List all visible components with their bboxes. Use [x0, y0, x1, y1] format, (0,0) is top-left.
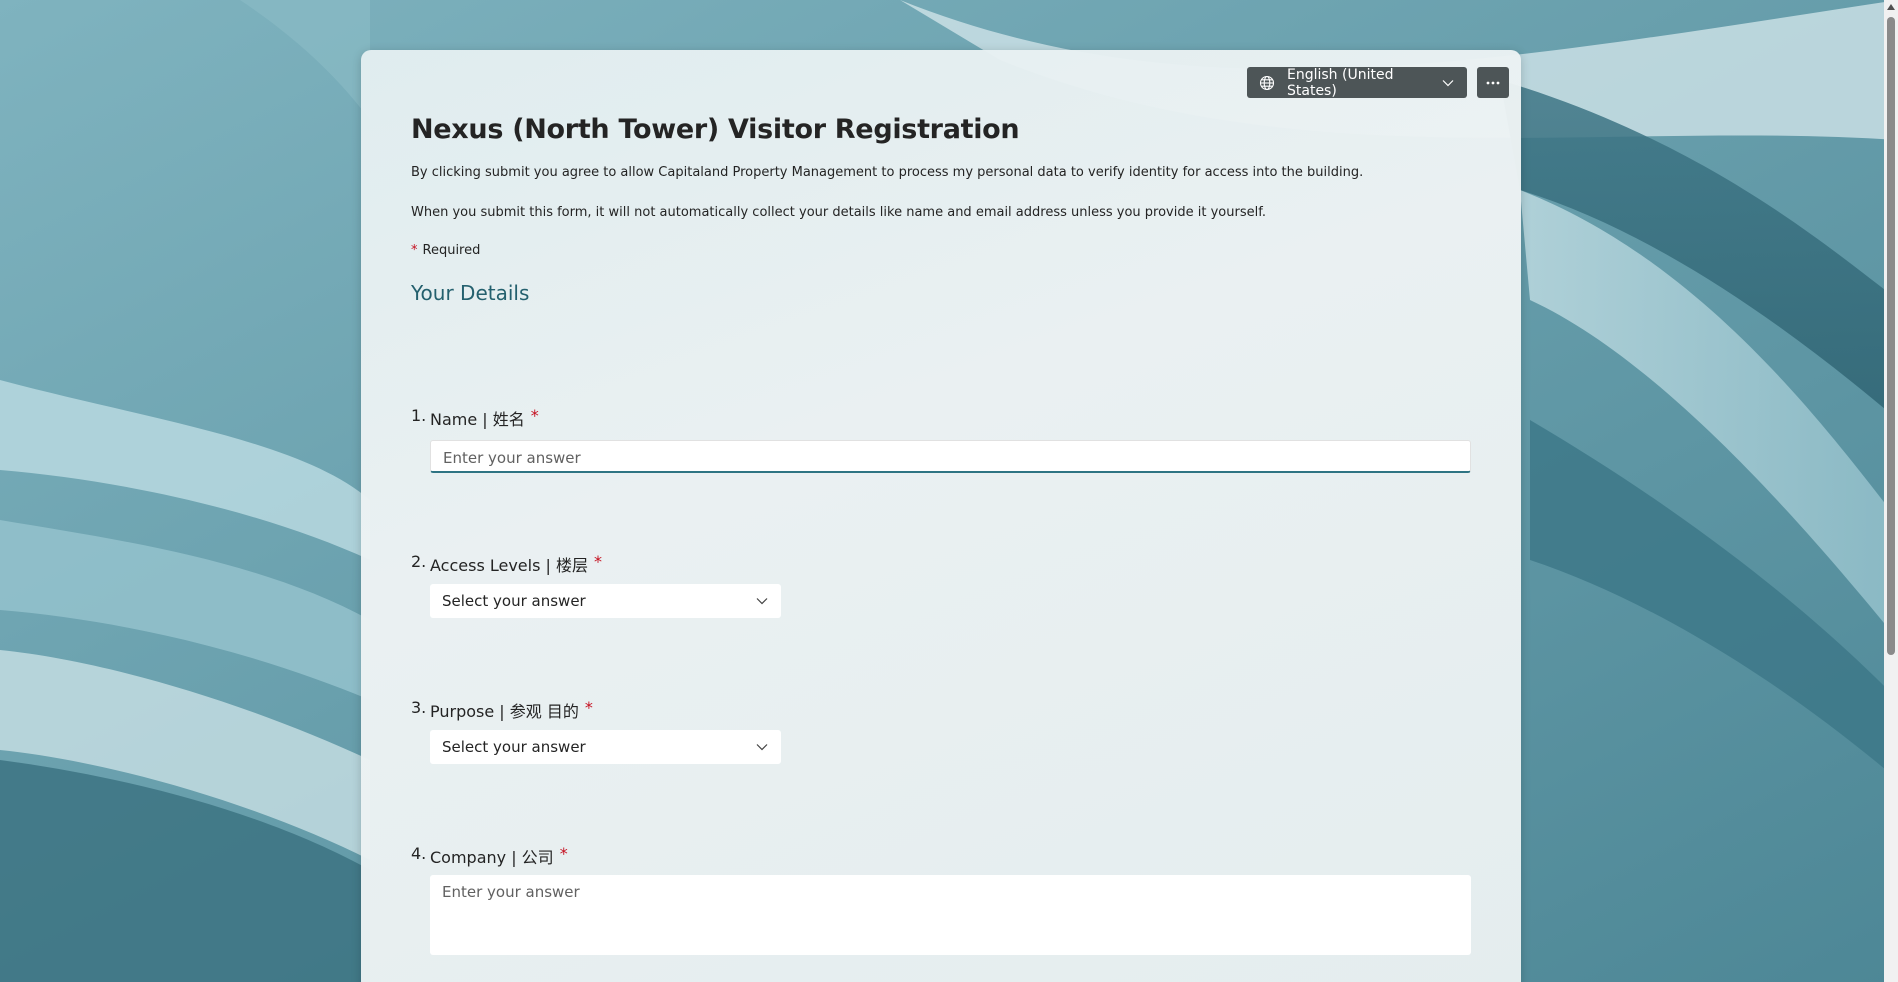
required-star: * — [584, 698, 593, 717]
select-placeholder: Select your answer — [442, 738, 586, 756]
language-selector-button[interactable]: English (United States) — [1247, 66, 1467, 99]
question-name: 1. Name | 姓名 * Enter your answer — [411, 406, 1471, 473]
question-number: 2. — [411, 552, 427, 571]
more-options-icon — [1486, 81, 1500, 85]
purpose-select[interactable]: Select your answer — [430, 730, 781, 764]
required-text: Required — [422, 243, 481, 258]
scrollbar-thumb[interactable] — [1887, 17, 1895, 655]
question-label: 1. Name | 姓名 * — [411, 406, 1471, 430]
required-star: * — [411, 243, 418, 258]
more-options-button[interactable] — [1477, 67, 1509, 98]
select-placeholder: Select your answer — [442, 592, 586, 610]
question-number: 1. — [411, 406, 427, 425]
form-toolbar: English (United States) — [1247, 66, 1509, 99]
required-star: * — [559, 844, 568, 863]
chevron-down-icon — [755, 594, 769, 608]
form-description-consent: By clicking submit you agree to allow Ca… — [411, 165, 1364, 180]
question-text: Purpose | 参观 目的 — [430, 702, 579, 721]
question-label: 4. Company | 公司 * — [411, 844, 1471, 868]
question-number: 4. — [411, 844, 427, 863]
question-label: 3. Purpose | 参观 目的 * — [411, 698, 1471, 722]
language-label: English (United States) — [1287, 66, 1394, 99]
required-note: * Required — [411, 243, 1471, 258]
section-title: Your Details — [411, 281, 530, 305]
globe-icon — [1259, 75, 1275, 91]
question-number: 3. — [411, 698, 427, 717]
form-card: English (United States) Nexus (North Tow… — [361, 50, 1521, 982]
scroll-up-arrow-icon[interactable] — [1887, 4, 1895, 10]
question-access-levels: 2. Access Levels | 楼层 * Select your answ… — [411, 552, 1471, 618]
company-input[interactable]: Enter your answer — [430, 875, 1471, 955]
question-text: Company | 公司 — [430, 848, 554, 867]
question-company: 4. Company | 公司 * Enter your answer — [411, 844, 1471, 955]
required-star: * — [530, 406, 539, 425]
chevron-down-icon — [1441, 76, 1455, 90]
chevron-down-icon — [755, 740, 769, 754]
question-text: Name | 姓名 — [430, 410, 525, 429]
page-scrollbar[interactable] — [1884, 0, 1898, 982]
form-content: Nexus (North Tower) Visitor Registration… — [411, 114, 1471, 955]
question-label: 2. Access Levels | 楼层 * — [411, 552, 1471, 576]
form-description-privacy: When you submit this form, it will not a… — [411, 205, 1266, 220]
required-star: * — [594, 552, 602, 571]
name-input[interactable]: Enter your answer — [430, 440, 1471, 473]
access-levels-select[interactable]: Select your answer — [430, 584, 781, 618]
question-text: Access Levels | 楼层 — [430, 556, 588, 575]
question-purpose: 3. Purpose | 参观 目的 * Select your answer — [411, 698, 1471, 764]
form-title: Nexus (North Tower) Visitor Registration — [411, 114, 1020, 145]
